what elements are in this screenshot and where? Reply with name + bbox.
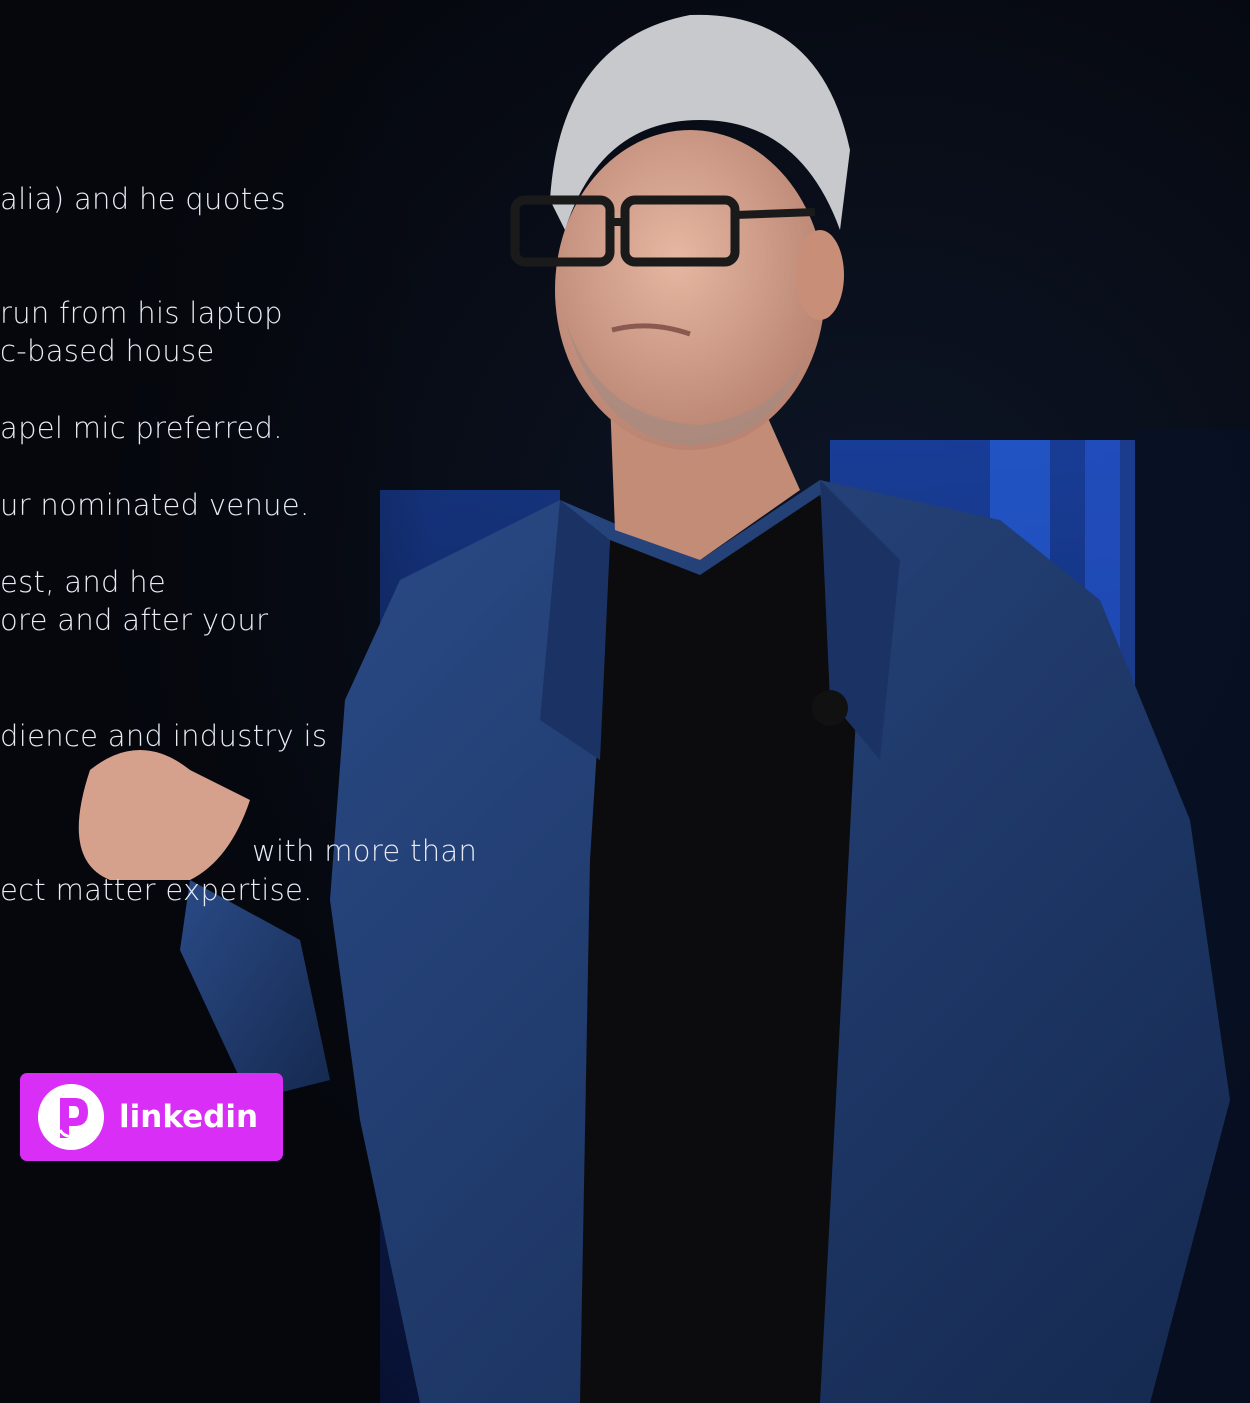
bio-line: alia) and he quotes (0, 182, 286, 216)
p-logo-icon (38, 1084, 104, 1150)
bio-line: ur nominated venue. (0, 488, 310, 522)
linkedin-button-label: linkedin (119, 1099, 259, 1135)
speaker-section: alia) and he quotes run from his laptop … (0, 0, 1250, 1403)
bio-line: run from his laptop (0, 296, 283, 330)
speaker-bio-text: alia) and he quotes run from his laptop … (0, 0, 1250, 1403)
bio-line: with more than (252, 834, 478, 868)
bio-line: est, and he (0, 565, 167, 599)
linkedin-button[interactable]: linkedin (20, 1073, 283, 1161)
bio-line: apel mic preferred. (0, 411, 283, 445)
bio-line: dience and industry is (0, 719, 328, 753)
bio-line: c-based house (0, 334, 215, 368)
bio-line: ect matter expertise. (0, 873, 313, 907)
bio-line: ore and after your (0, 603, 269, 637)
